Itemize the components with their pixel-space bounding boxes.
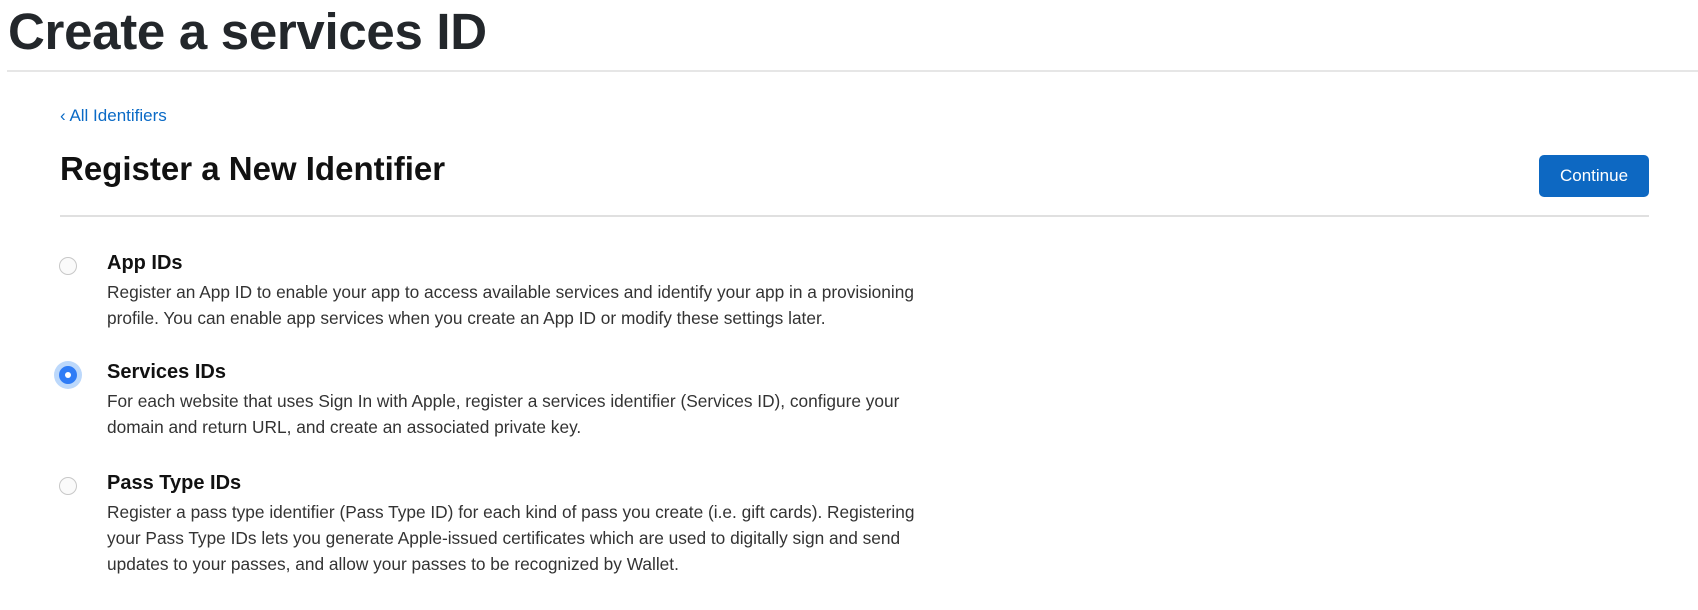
description-line: updates to your passes, and allow your p… [107,554,679,574]
option-label: Pass Type IDs [107,472,242,494]
option-description: Register an App ID to enable your app to… [107,279,914,331]
description-line: Register an App ID to enable your app to… [107,282,914,302]
option-description: Register a pass type identifier (Pass Ty… [107,499,914,577]
option-label: App IDs [107,252,183,274]
radio-pass-type-ids[interactable] [59,477,77,495]
section-title: Register a New Identifier [60,150,446,187]
header-divider [7,70,1698,72]
page-title: Create a services ID [8,3,487,60]
all-identifiers-link[interactable]: ‹ All Identifiers [60,106,167,126]
description-line: profile. You can enable app services whe… [107,308,826,328]
option-description: For each website that uses Sign In with … [107,388,899,440]
continue-button[interactable]: Continue [1539,155,1649,197]
description-line: Register a pass type identifier (Pass Ty… [107,502,915,522]
description-line: domain and return URL, and create an ass… [107,417,582,437]
description-line: For each website that uses Sign In with … [107,391,900,411]
description-line: your Pass Type IDs lets you generate App… [107,528,901,548]
option-label: Services IDs [107,361,226,383]
radio-services-ids[interactable] [59,366,77,384]
section-divider [60,215,1649,217]
radio-app-ids[interactable] [59,257,77,275]
